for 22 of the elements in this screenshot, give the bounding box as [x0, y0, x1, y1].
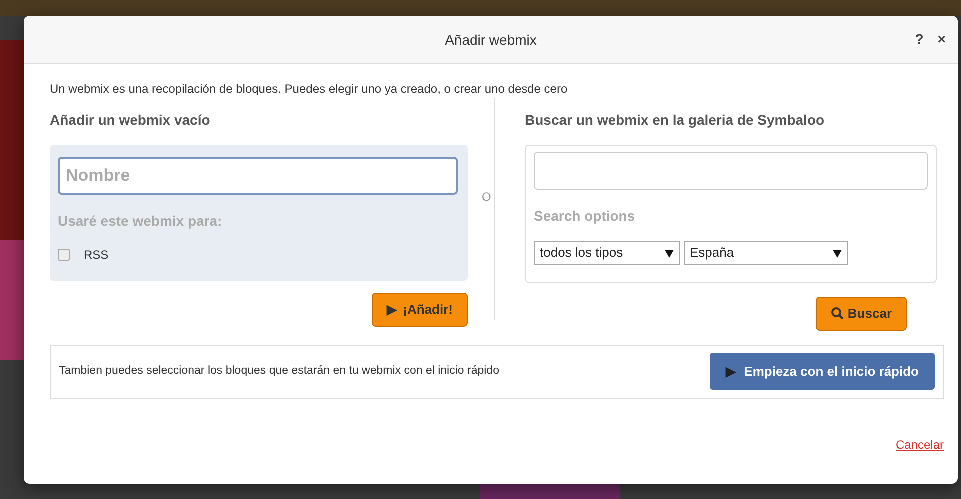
- dropdown[interactable]: todos los tipos: [534, 241, 680, 265]
- usage-label: Usaré este webmix para:: [58, 212, 224, 231]
- checkbox-label: RSS: [84, 247, 109, 264]
- close-button[interactable]: ×: [936, 29, 948, 49]
- cancel-link[interactable]: Cancelar: [896, 438, 944, 452]
- checkbox[interactable]: [58, 249, 70, 261]
- search-icon: [830, 307, 844, 320]
- options-label: Search options: [534, 207, 636, 226]
- quickstart-text: Tambien puedes seleccionar los bloques que estarán en tu webmix con el inicio rápido: [59, 364, 500, 379]
- search-field[interactable]: [534, 152, 928, 190]
- section-heading: Añadir un webmix vacío: [50, 111, 212, 130]
- dropdown[interactable]: España: [684, 241, 848, 265]
- intro-text: Un webmix es una recopilación de bloques. Puedes elegir uno ya creado, o crear uno desde cero: [50, 81, 569, 98]
- caret-icon: [665, 248, 674, 258]
- name-field[interactable]: Nombre: [58, 157, 458, 195]
- dialog-title: Añadir webmix: [445, 32, 537, 48]
- add-button[interactable]: ▶ ¡Añadir!: [372, 293, 468, 326]
- section-heading: Buscar un webmix en la galeria de Symbaloo: [525, 111, 826, 130]
- caret-icon: [833, 248, 842, 258]
- help-button[interactable]: ?: [913, 29, 926, 49]
- quickstart-button[interactable]: ▶ Empieza con el inicio rápido: [710, 352, 935, 390]
- search-button[interactable]: Buscar: [816, 297, 907, 330]
